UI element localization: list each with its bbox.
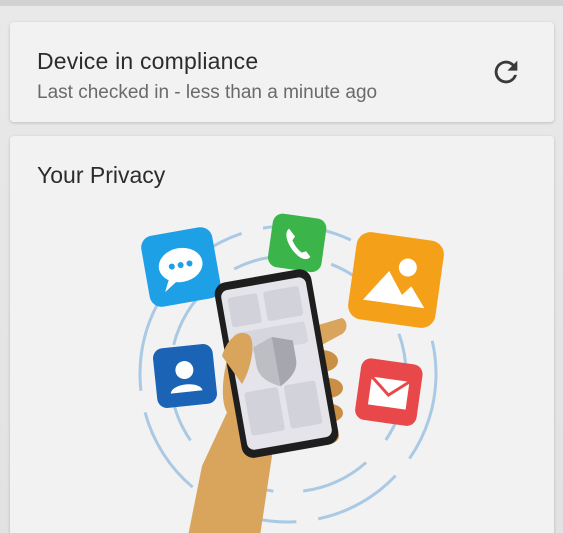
refresh-icon (494, 60, 518, 84)
privacy-card[interactable]: Your Privacy (10, 136, 554, 533)
photo-icon (348, 232, 444, 328)
chat-icon (141, 227, 221, 307)
privacy-title: Your Privacy (37, 162, 166, 188)
phone-icon (267, 213, 327, 273)
refresh-button[interactable] (488, 54, 524, 90)
privacy-illustration (138, 213, 444, 533)
contact-icon (153, 344, 217, 408)
compliance-last-checked: Last checked in - less than a minute ago (37, 82, 378, 103)
mail-icon (355, 358, 423, 426)
compliance-card[interactable]: Device in compliance Last checked in - l… (10, 22, 554, 122)
top-edge (0, 0, 563, 6)
app-screen: Device in compliance Last checked in - l… (0, 0, 563, 533)
compliance-title: Device in compliance (37, 48, 259, 74)
